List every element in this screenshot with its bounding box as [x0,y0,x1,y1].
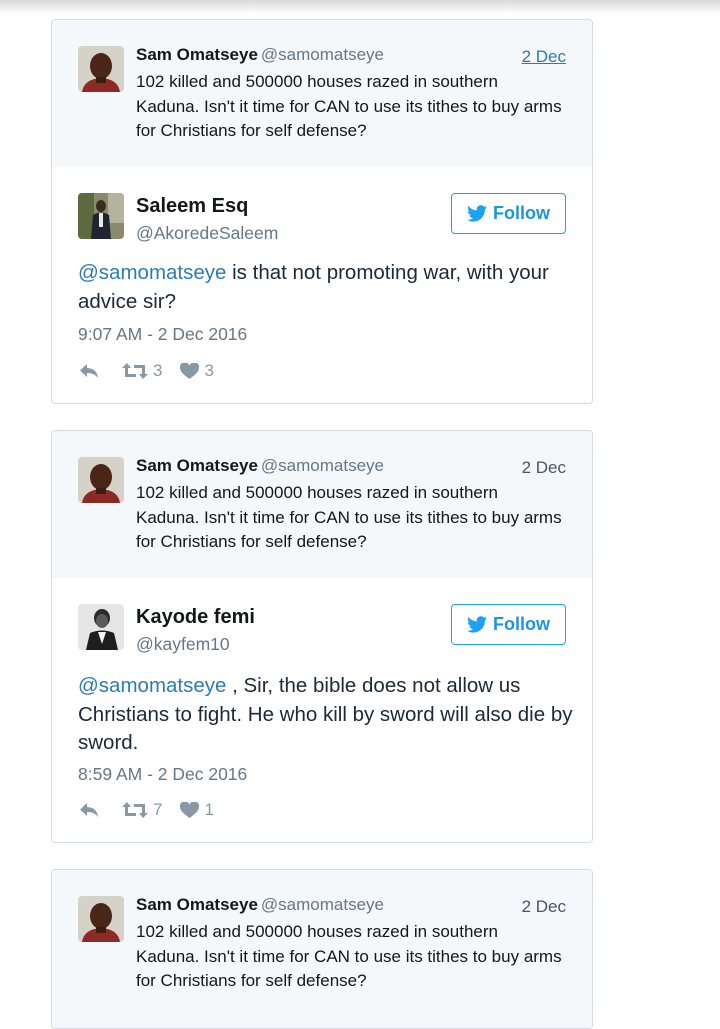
avatar[interactable] [78,604,124,650]
quoted-tweet[interactable]: Sam Omatseye @samomatseye 2 Dec 102 kille… [52,20,592,167]
quoted-tweet-text: 102 killed and 500000 houses razed in so… [136,72,562,140]
embedded-tweet-card: Sam Omatseye @samomatseye 2 Dec 102 kille… [51,430,593,843]
quoted-tweet[interactable]: Sam Omatseye @samomatseye 2 Dec 102 kille… [52,870,592,1028]
top-shadow [0,0,720,14]
quoted-tweet-text: 102 killed and 500000 houses razed in so… [136,922,562,990]
quoted-tweet-header: Sam Omatseye @samomatseye [136,456,384,476]
embedded-tweet-card: Sam Omatseye @samomatseye 2 Dec 102 kille… [51,869,593,1029]
reply-text: @samomatseye is that not promoting war, … [78,259,578,316]
timestamp[interactable]: 9:07 AM - 2 Dec 2016 [78,324,247,345]
reply-icon [80,364,98,378]
author-handle[interactable]: @samomatseye [261,895,384,914]
retweet-count: 7 [153,800,163,819]
heart-icon [180,362,200,379]
author-handle[interactable]: @samomatseye [261,45,384,64]
author-handle[interactable]: @AkoredeSaleem [136,223,278,244]
mention-link[interactable]: @samomatseye [78,674,226,697]
quoted-tweet[interactable]: Sam Omatseye @samomatseye 2 Dec 102 kille… [52,431,592,578]
reply-tweet: Kayode femi @kayfem10 Follow @samomatsey… [52,578,592,842]
avatar[interactable] [78,896,124,942]
mention-link[interactable]: @samomatseye [78,261,226,284]
tweet-actions: 3 3 [78,361,214,381]
retweet-action[interactable]: 3 [122,361,162,381]
follow-button[interactable]: Follow [451,604,566,645]
quoted-tweet-header: Sam Omatseye @samomatseye [136,895,384,915]
like-action[interactable]: 1 [180,800,214,820]
tweet-date-link[interactable]: 2 Dec [522,897,566,917]
twitter-bird-icon [467,205,487,222]
embedded-tweet-card: Sam Omatseye @samomatseye 2 Dec 102 kille… [51,19,593,404]
avatar[interactable] [78,193,124,239]
quoted-tweet-text: 102 killed and 500000 houses razed in so… [136,483,562,551]
avatar[interactable] [78,457,124,503]
reply-tweet: Saleem Esq @AkoredeSaleem Follow @samoma… [52,167,592,403]
like-action[interactable]: 3 [180,361,214,381]
reply-icon [80,803,98,817]
author-name[interactable]: Saleem Esq [136,195,248,218]
quoted-tweet-header: Sam Omatseye @samomatseye [136,45,384,65]
follow-button[interactable]: Follow [451,193,566,234]
reply-action[interactable] [78,801,100,819]
timestamp[interactable]: 8:59 AM - 2 Dec 2016 [78,764,247,785]
like-count: 3 [204,361,214,380]
reply-action[interactable] [78,362,100,380]
avatar[interactable] [78,46,124,92]
reply-text: @samomatseye , Sir, the bible does not a… [78,672,578,758]
author-name[interactable]: Sam Omatseye [136,895,258,914]
retweet-icon [122,363,148,379]
like-count: 1 [204,800,214,819]
twitter-bird-icon [467,616,487,633]
author-handle[interactable]: @samomatseye [261,456,384,475]
follow-label: Follow [493,203,550,223]
author-handle[interactable]: @kayfem10 [136,634,230,655]
tweet-date-link[interactable]: 2 Dec [522,458,566,478]
follow-label: Follow [493,614,550,634]
retweet-count: 3 [153,361,163,380]
author-name[interactable]: Sam Omatseye [136,45,258,64]
tweet-date-link[interactable]: 2 Dec [522,47,566,67]
retweet-action[interactable]: 7 [122,800,162,820]
retweet-icon [122,802,148,818]
author-name[interactable]: Sam Omatseye [136,456,258,475]
heart-icon [180,801,200,818]
tweet-actions: 7 1 [78,800,214,820]
author-name[interactable]: Kayode femi [136,606,255,629]
